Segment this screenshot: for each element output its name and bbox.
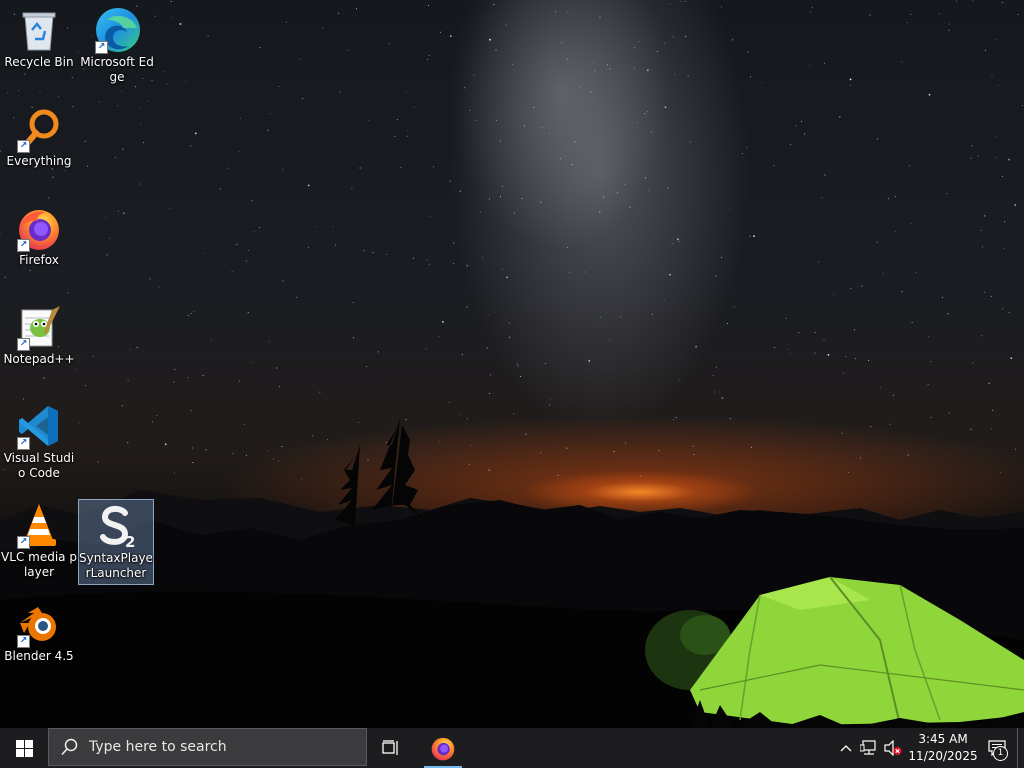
desktop-icon-vlc[interactable]: ↗ VLC media player: [1, 499, 77, 585]
desktop-icon-microsoft-edge[interactable]: ↗ Microsoft Edge: [79, 4, 155, 90]
desktop-icon-vscode[interactable]: ↗ Visual Studio Code: [1, 400, 77, 486]
network-button[interactable]: [857, 728, 881, 768]
task-view-icon: [382, 740, 398, 755]
notepad-plus-plus-icon: ↗: [15, 303, 63, 351]
clock[interactable]: 3:45 AM 11/20/2025: [908, 728, 978, 768]
desktop-icon-blender[interactable]: ↗ Blender 4.5: [1, 598, 77, 684]
desktop-icon-label: Firefox: [19, 253, 59, 267]
desktop-icon-label: Everything: [6, 154, 72, 168]
desktop-icon-label: Visual Studio Code: [3, 451, 75, 480]
start-button[interactable]: [0, 728, 48, 768]
shortcut-arrow-icon: ↗: [95, 41, 108, 54]
notification-count-badge: 1: [993, 746, 1008, 761]
desktop-icon-label: Notepad++: [3, 352, 75, 366]
shortcut-arrow-icon: ↗: [17, 437, 30, 450]
search-placeholder: Type here to search: [89, 739, 227, 755]
clock-time: 3:45 AM: [918, 732, 968, 746]
wallpaper-landscape: [0, 418, 1024, 728]
recycle-bin-icon: [15, 6, 63, 54]
task-view-button[interactable]: [372, 728, 412, 768]
desktop-icon-recycle-bin[interactable]: Recycle Bin: [1, 4, 77, 90]
desktop-icon-label: Recycle Bin: [4, 55, 74, 69]
desktop-icon-firefox[interactable]: ↗ Firefox: [1, 202, 77, 288]
svg-text:2: 2: [125, 533, 135, 549]
taskbar: Type here to search 3:45 AM 11/20/2025 1: [0, 728, 1024, 768]
firefox-icon: [431, 737, 455, 761]
volume-button[interactable]: [881, 728, 905, 768]
show-hidden-icons-button[interactable]: [835, 728, 857, 768]
desktop-icon-label: Blender 4.5: [4, 649, 74, 663]
shortcut-arrow-icon: ↗: [17, 536, 30, 549]
windows-logo-icon: [15, 739, 33, 757]
desktop-icon-label: VLC media player: [1, 550, 77, 579]
blender-icon: ↗: [15, 600, 63, 648]
volume-muted-icon: [884, 740, 902, 756]
shortcut-arrow-icon: ↗: [17, 338, 30, 351]
shortcut-arrow-icon: ↗: [17, 239, 30, 252]
system-tray: 3:45 AM 11/20/2025 1: [835, 728, 1024, 768]
everything-search-icon: ↗: [15, 105, 63, 153]
clock-date: 11/20/2025: [908, 749, 978, 763]
desktop[interactable]: Recycle Bin ↗ Microsoft Edge ↗ Everythin…: [0, 0, 1024, 728]
desktop-icon-syntax-player-launcher[interactable]: 2 SyntaxPlayerLauncher: [78, 499, 154, 585]
desktop-icon-label: SyntaxPlayerLauncher: [79, 551, 153, 580]
shortcut-arrow-icon: ↗: [17, 140, 30, 153]
edge-icon: ↗: [93, 6, 141, 54]
desktop-icon-label: Microsoft Edge: [80, 55, 154, 84]
search-icon: [61, 738, 79, 756]
show-desktop-button[interactable]: [1017, 728, 1024, 768]
network-icon: [860, 740, 876, 755]
chevron-up-icon: [840, 745, 852, 752]
action-center-button[interactable]: 1: [977, 728, 1017, 768]
firefox-icon: ↗: [15, 204, 63, 252]
vscode-icon: ↗: [15, 402, 63, 450]
desktop-icon-notepad-plus-plus[interactable]: ↗ Notepad++: [1, 301, 77, 387]
taskbar-app-firefox[interactable]: [422, 728, 464, 768]
shortcut-arrow-icon: ↗: [17, 635, 30, 648]
desktop-icon-everything[interactable]: ↗ Everything: [1, 103, 77, 189]
syntax-player-icon: 2: [92, 502, 140, 550]
search-input[interactable]: Type here to search: [48, 728, 367, 766]
vlc-icon: ↗: [15, 501, 63, 549]
